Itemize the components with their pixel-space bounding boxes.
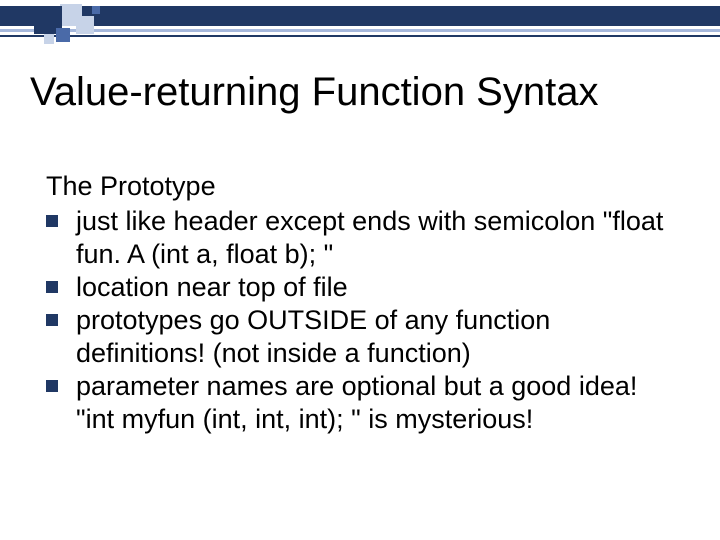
slide: Value-returning Function Syntax The Prot…: [0, 0, 720, 540]
bullet-square-icon: [46, 380, 58, 392]
bullet-text: prototypes go OUTSIDE of any function de…: [76, 305, 550, 368]
slide-title: Value-returning Function Syntax: [30, 70, 690, 115]
bullet-square-icon: [46, 215, 58, 227]
deco-square-icon: [92, 6, 100, 14]
bullet-list: just like header except ends with semico…: [46, 205, 680, 436]
bullet-text: location near top of file: [76, 272, 348, 302]
list-item: prototypes go OUTSIDE of any function de…: [46, 304, 680, 370]
bullet-text: parameter names are optional but a good …: [76, 371, 637, 434]
list-item: just like header except ends with semico…: [46, 205, 680, 271]
bullet-text: just like header except ends with semico…: [76, 206, 663, 269]
deco-square-icon: [44, 34, 54, 44]
slide-body: The Prototype just like header except en…: [46, 170, 680, 436]
section-heading: The Prototype: [46, 170, 680, 203]
deco-square-icon: [76, 16, 94, 34]
bullet-square-icon: [46, 314, 58, 326]
header-squares: [34, 6, 122, 46]
list-item: location near top of file: [46, 271, 680, 304]
deco-square-icon: [56, 28, 70, 42]
header-decoration: [0, 0, 720, 44]
bullet-square-icon: [46, 281, 58, 293]
list-item: parameter names are optional but a good …: [46, 370, 680, 436]
